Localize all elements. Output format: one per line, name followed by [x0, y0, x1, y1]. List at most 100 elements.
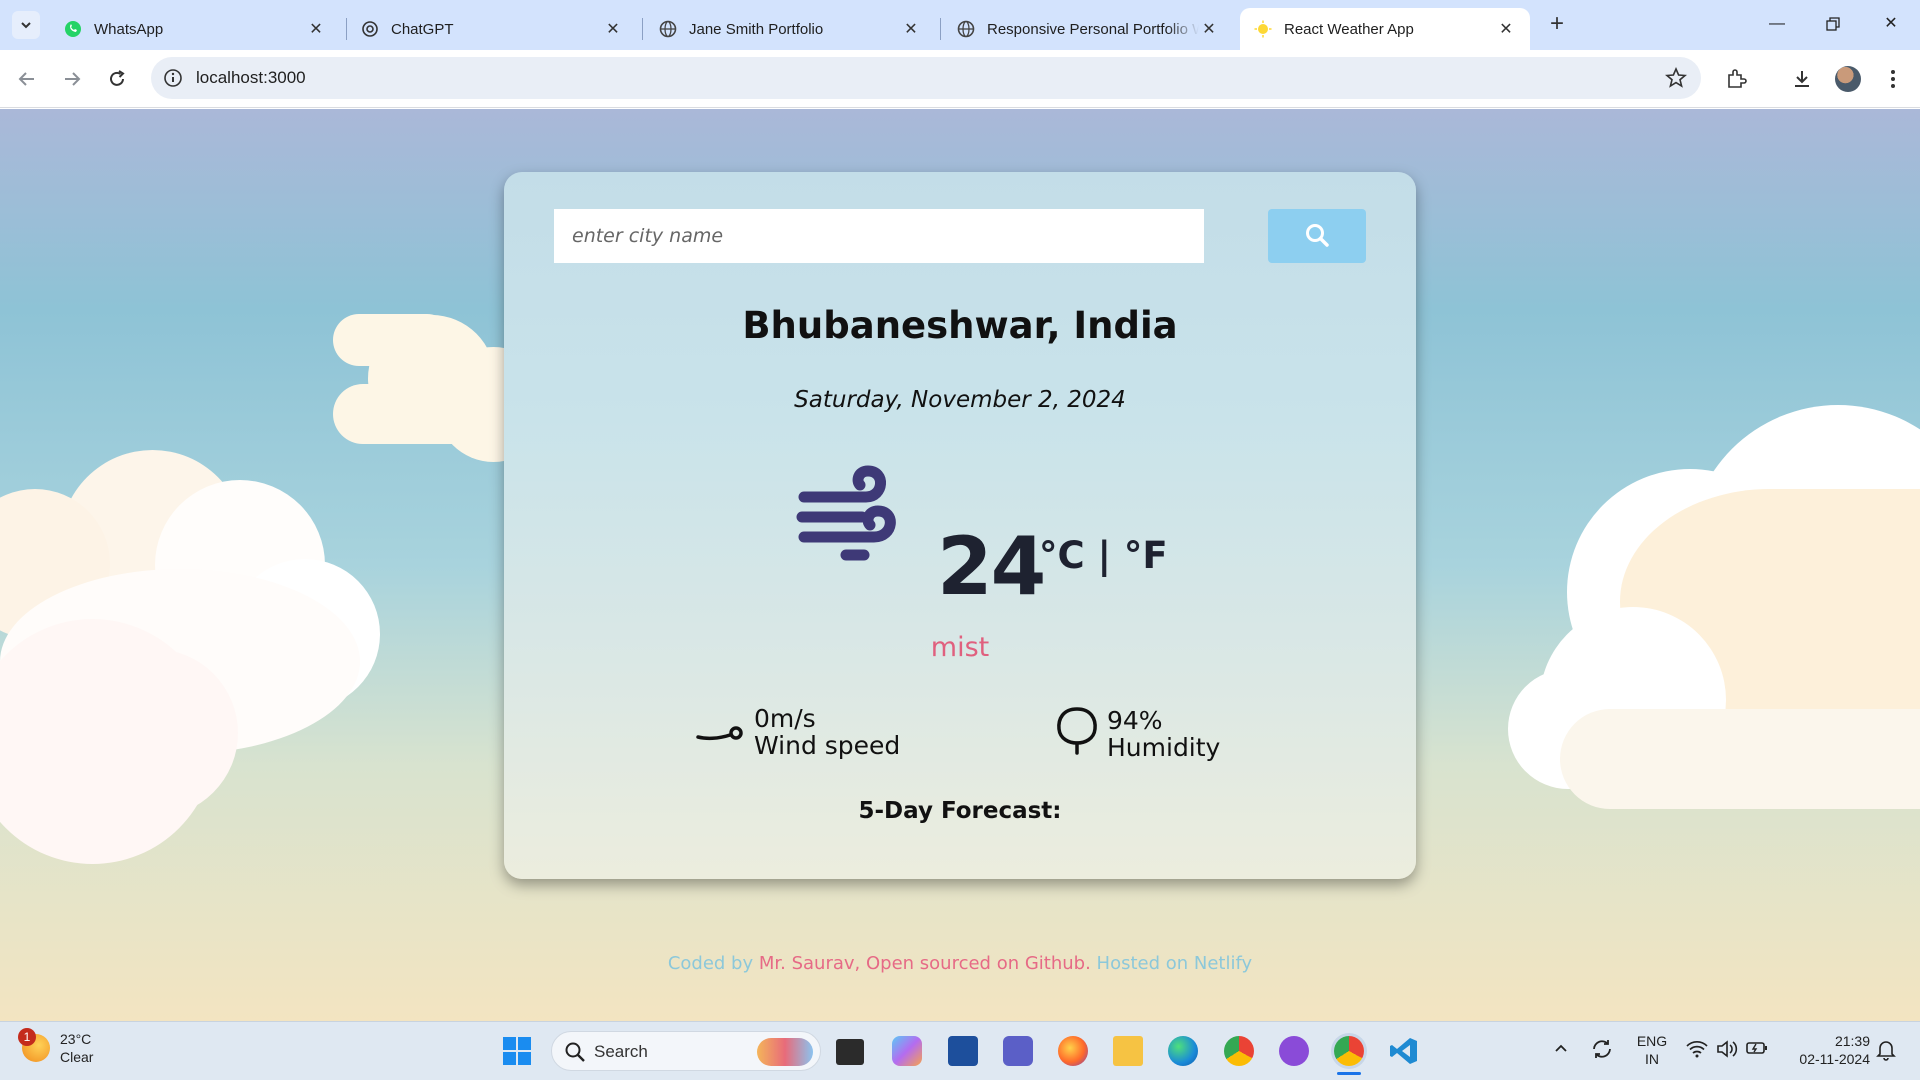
globe-icon: [957, 20, 975, 38]
taskbar-search[interactable]: Search: [551, 1031, 821, 1071]
sun-icon: [1254, 20, 1272, 38]
vscode-icon[interactable]: [1389, 1036, 1419, 1066]
taskbar-clock[interactable]: 21:39 02-11-2024: [1784, 1032, 1870, 1068]
chrome-profile-icon[interactable]: [1334, 1036, 1364, 1066]
author-link[interactable]: Mr. Saurav: [759, 953, 855, 974]
tab-divider: [940, 18, 941, 40]
search-icon: [564, 1041, 586, 1068]
site-info-icon[interactable]: [163, 68, 183, 93]
download-icon[interactable]: [1789, 66, 1815, 92]
extensions-icon[interactable]: [1723, 66, 1749, 92]
whatsapp-icon: [64, 20, 82, 38]
close-window-button[interactable]: ✕: [1871, 10, 1911, 38]
region-code: IN: [1645, 1051, 1659, 1067]
active-app-indicator: [1337, 1072, 1361, 1075]
tab-chatgpt[interactable]: ChatGPT ✕: [347, 8, 637, 50]
profile-avatar[interactable]: [1835, 66, 1861, 92]
restore-button[interactable]: [1813, 10, 1853, 38]
search-highlight-icon: [757, 1038, 813, 1066]
mist-wind-icon: [794, 459, 906, 568]
minimize-button[interactable]: —: [1757, 10, 1797, 38]
humidity-label: Humidity: [1107, 732, 1221, 762]
wifi-icon[interactable]: [1686, 1040, 1708, 1063]
back-button[interactable]: [10, 62, 44, 96]
clock-date: 02-11-2024: [1799, 1051, 1870, 1067]
battery-icon[interactable]: [1746, 1040, 1768, 1061]
clock-time: 21:39: [1834, 1033, 1870, 1049]
taskbar-temperature: 23°C: [60, 1031, 92, 1047]
tab-title: Responsive Personal Portfolio W: [987, 20, 1199, 38]
volume-icon[interactable]: [1716, 1039, 1738, 1064]
file-explorer-icon[interactable]: [1113, 1036, 1143, 1066]
humidity-icon: [1055, 705, 1099, 762]
weather-sun-icon: 1: [18, 1028, 50, 1062]
wind-speed-value: 0m/s: [754, 704, 816, 733]
wind-speed-label: Wind speed: [754, 731, 901, 760]
unit-toggle[interactable]: °C | °F: [1039, 534, 1168, 577]
firefox-icon[interactable]: [1058, 1036, 1088, 1066]
close-tab-icon[interactable]: ✕: [306, 19, 326, 39]
url-text: localhost:3000: [196, 68, 306, 87]
tab-jane-smith-portfolio[interactable]: Jane Smith Portfolio ✕: [645, 8, 935, 50]
show-hidden-icons-chevron[interactable]: [1553, 1040, 1569, 1061]
tab-search-menu-button[interactable]: [12, 11, 40, 39]
tab-divider: [642, 18, 643, 40]
microsoft-store-icon[interactable]: [948, 1036, 978, 1066]
forward-button[interactable]: [55, 62, 89, 96]
language-indicator[interactable]: ENG IN: [1632, 1032, 1672, 1068]
temperature-value: 24: [937, 520, 1046, 613]
github-desktop-icon[interactable]: [1279, 1036, 1309, 1066]
tab-whatsapp[interactable]: WhatsApp ✕: [50, 8, 340, 50]
footer-credits: Coded by Mr. Saurav, Open sourced on Git…: [0, 953, 1920, 974]
search-button[interactable]: [1268, 209, 1366, 263]
windows-taskbar: 1 23°C Clear Search ENG IN 21:39 02-11-2…: [0, 1021, 1920, 1080]
search-icon: [1304, 222, 1330, 251]
close-tab-icon[interactable]: ✕: [1199, 19, 1219, 39]
task-view-icon[interactable]: [836, 1039, 864, 1065]
weather-description: mist: [930, 632, 990, 663]
wind-icon: [696, 715, 744, 750]
github-link[interactable]: Open sourced on Github.: [866, 953, 1091, 974]
browser-menu-icon[interactable]: [1880, 66, 1906, 92]
edge-icon[interactable]: [1168, 1036, 1198, 1066]
notification-bell-icon[interactable]: [1876, 1039, 1896, 1066]
tab-responsive-portfolio[interactable]: Responsive Personal Portfolio W ✕: [943, 8, 1233, 50]
footer-text: Coded by: [667, 953, 759, 974]
chatgpt-icon: [361, 20, 379, 38]
tab-react-weather-app[interactable]: React Weather App ✕: [1240, 8, 1530, 50]
footer-separator: ,: [854, 953, 866, 974]
browser-toolbar: localhost:3000: [0, 50, 1920, 108]
chrome-icon[interactable]: [1224, 1036, 1254, 1066]
humidity-value: 94%: [1107, 705, 1163, 735]
taskbar-weather-widget[interactable]: 1 23°C Clear: [18, 1028, 94, 1066]
city-name: Bhubaneshwar, India: [742, 304, 1178, 347]
globe-icon: [659, 20, 677, 38]
close-tab-icon[interactable]: ✕: [1496, 19, 1516, 39]
wind-speed-stat: 0m/s Wind speed: [696, 705, 900, 759]
new-tab-button[interactable]: +: [1543, 11, 1571, 39]
sync-icon[interactable]: [1590, 1037, 1614, 1066]
browser-tab-strip: WhatsApp ✕ ChatGPT ✕ Jane Smith Portfoli…: [0, 0, 1920, 50]
tab-title: Jane Smith Portfolio: [689, 20, 824, 38]
reload-button[interactable]: [100, 62, 134, 96]
close-tab-icon[interactable]: ✕: [901, 19, 921, 39]
netlify-text[interactable]: Hosted on Netlify: [1091, 953, 1253, 974]
language-code: ENG: [1636, 1033, 1668, 1049]
weather-page: Bhubaneshwar, India Saturday, November 2…: [0, 109, 1920, 1021]
city-search-input[interactable]: [554, 209, 1204, 263]
copilot-icon[interactable]: [892, 1036, 922, 1066]
taskbar-search-label: Search: [594, 1042, 648, 1061]
tab-title: WhatsApp: [94, 20, 164, 38]
teams-icon[interactable]: [1003, 1036, 1033, 1066]
close-tab-icon[interactable]: ✕: [603, 19, 623, 39]
notification-badge: 1: [18, 1028, 36, 1046]
bookmark-star-icon[interactable]: [1664, 66, 1688, 94]
weather-card: Bhubaneshwar, India Saturday, November 2…: [504, 172, 1416, 879]
forecast-heading: 5-Day Forecast:: [858, 798, 1062, 824]
current-date: Saturday, November 2, 2024: [794, 387, 1126, 413]
tab-title: ChatGPT: [391, 20, 454, 38]
windows-start-icon[interactable]: [502, 1036, 532, 1066]
taskbar-weather-desc: Clear: [60, 1049, 94, 1065]
humidity-stat: 94% Humidity: [1055, 705, 1220, 762]
address-bar[interactable]: localhost:3000: [151, 57, 1701, 99]
